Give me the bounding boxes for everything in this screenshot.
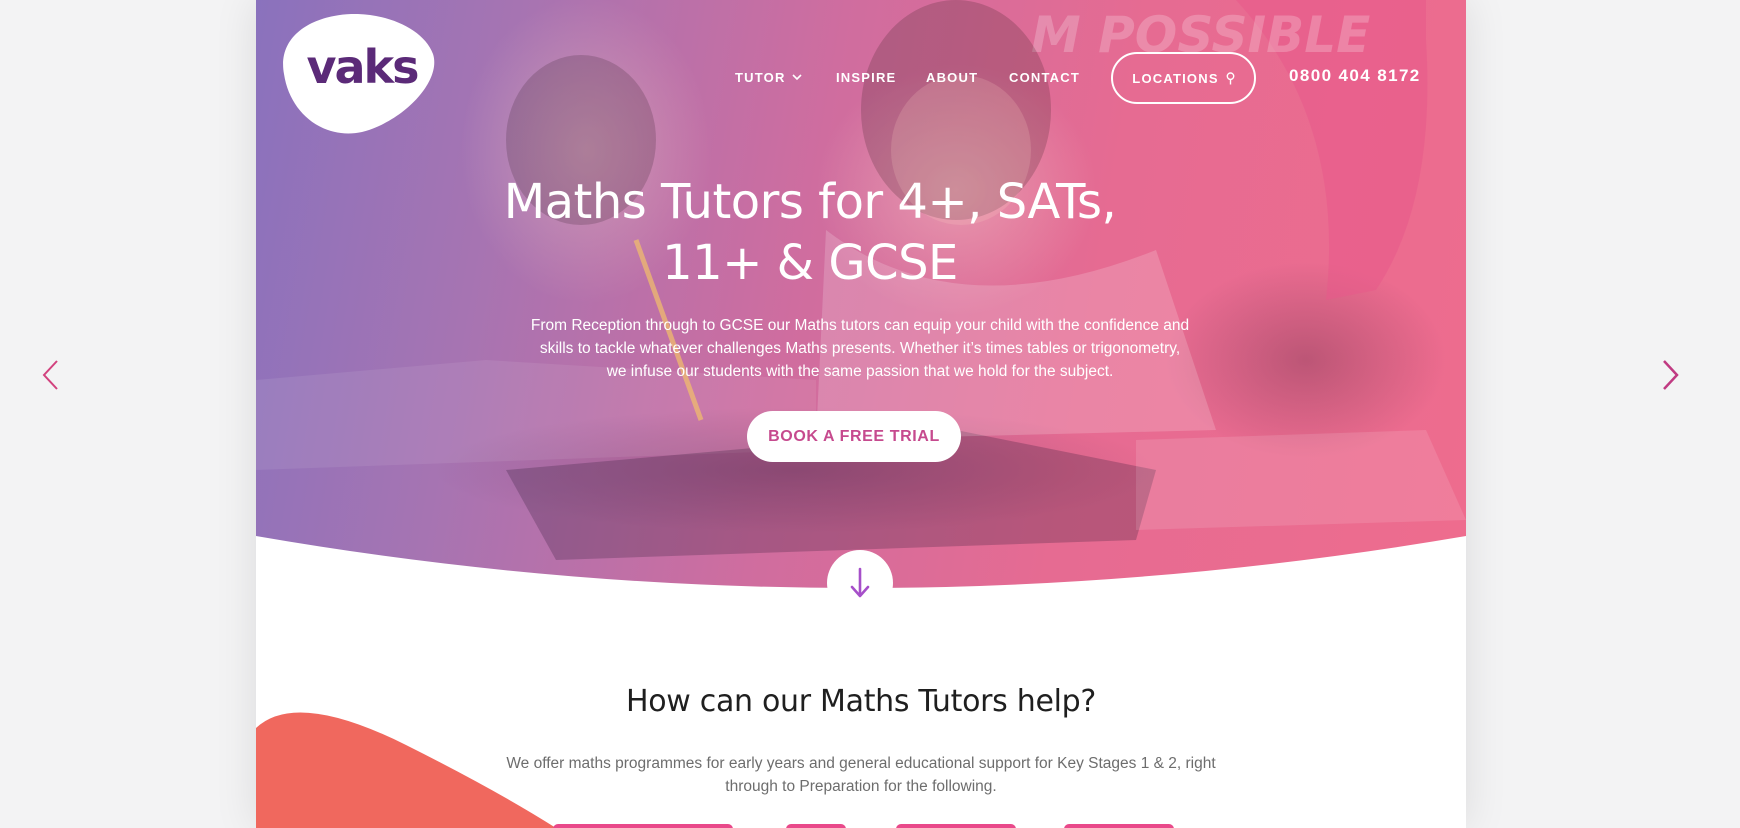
nav-item-about[interactable]: ABOUT (926, 70, 978, 85)
hero-title: Maths Tutors for 4+, SATs, 11+ & GCSE (256, 172, 1364, 294)
book-free-trial-button[interactable]: BOOK A FREE TRIAL (747, 411, 961, 462)
hero-description: From Reception through to GCSE our Maths… (530, 317, 1190, 380)
phone-number-link[interactable]: 0800 404 8172 (1289, 66, 1421, 86)
programme-tab[interactable] (1064, 824, 1174, 828)
map-pin-icon (1226, 71, 1235, 84)
hero-section: M POSSIBLE vaks TUTOR INSPIRE ABOUT CONT… (256, 0, 1466, 590)
programme-tab[interactable] (786, 824, 846, 828)
chevron-right-icon (1663, 360, 1679, 390)
nav-item-contact[interactable]: CONTACT (1009, 70, 1080, 85)
nav-item-tutor-label: TUTOR (735, 70, 786, 85)
locations-button-label: LOCATIONS (1132, 70, 1219, 86)
section-description: We offer maths programmes for early year… (506, 755, 1216, 795)
nav-item-inspire[interactable]: INSPIRE (836, 70, 896, 85)
arrow-down-icon (850, 567, 870, 598)
gallery-prev-button[interactable] (40, 358, 64, 392)
section-title: How can our Maths Tutors help? (625, 684, 1097, 719)
scroll-down-button[interactable] (827, 550, 893, 616)
main-navigation: TUTOR INSPIRE ABOUT CONTACT LOCATIONS 08… (256, 52, 1466, 104)
nav-item-tutor[interactable]: TUTOR (735, 70, 802, 85)
gallery-next-button[interactable] (1657, 358, 1681, 392)
chevron-down-icon (791, 73, 802, 80)
chevron-left-icon (42, 360, 58, 390)
programme-tab[interactable] (553, 824, 733, 828)
website-screenshot-frame: M POSSIBLE vaks TUTOR INSPIRE ABOUT CONT… (256, 0, 1466, 828)
locations-button[interactable]: LOCATIONS (1111, 52, 1256, 104)
hero-title-line-1: Maths Tutors for 4+, SATs, (503, 174, 1117, 230)
hero-title-line-2: 11+ & GCSE (662, 235, 958, 291)
programme-tab[interactable] (896, 824, 1016, 828)
